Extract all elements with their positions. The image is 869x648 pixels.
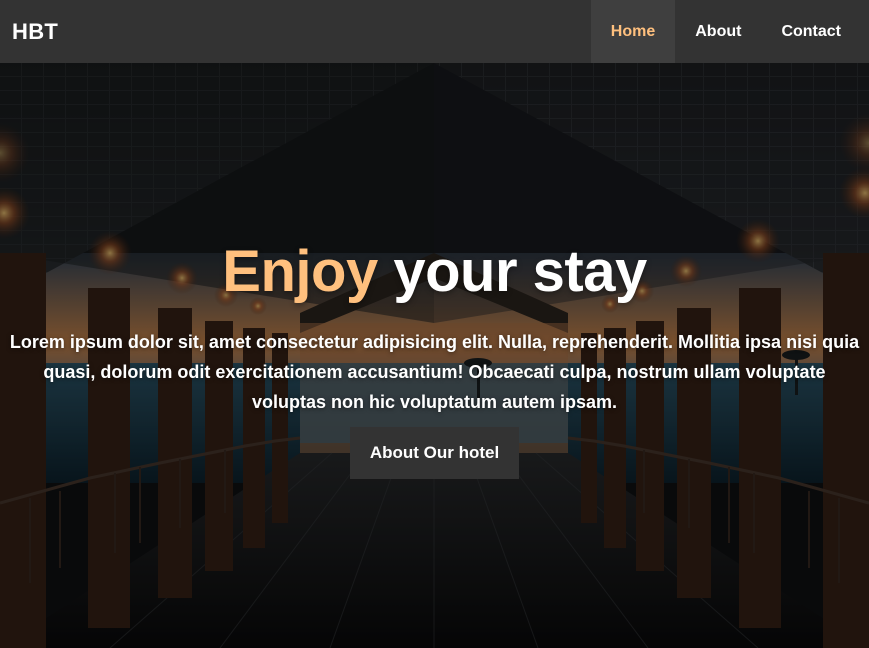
hero-title: Enjoy your stay [222,237,647,307]
nav-item-label: Home [610,22,656,40]
brand-logo[interactable]: HBT [0,19,58,45]
hero-title-accent: Enjoy [222,239,378,304]
nav-menu: Home About Contact [590,0,869,63]
hero-section: Enjoy your stay Lorem ipsum dolor sit, a… [0,63,869,648]
nav-item-label: About [695,22,742,40]
nav-item-home[interactable]: Home [590,0,676,63]
hero-content: Enjoy your stay Lorem ipsum dolor sit, a… [0,63,869,648]
navbar: HBT Home About Contact [0,0,869,63]
about-hotel-button[interactable]: About Our hotel [349,427,520,479]
nav-item-label: Contact [781,22,841,40]
hero-title-rest: your stay [393,239,647,304]
hero-description: Lorem ipsum dolor sit, amet consectetur … [9,332,860,412]
nav-item-contact[interactable]: Contact [761,0,869,63]
nav-item-about[interactable]: About [675,0,761,63]
